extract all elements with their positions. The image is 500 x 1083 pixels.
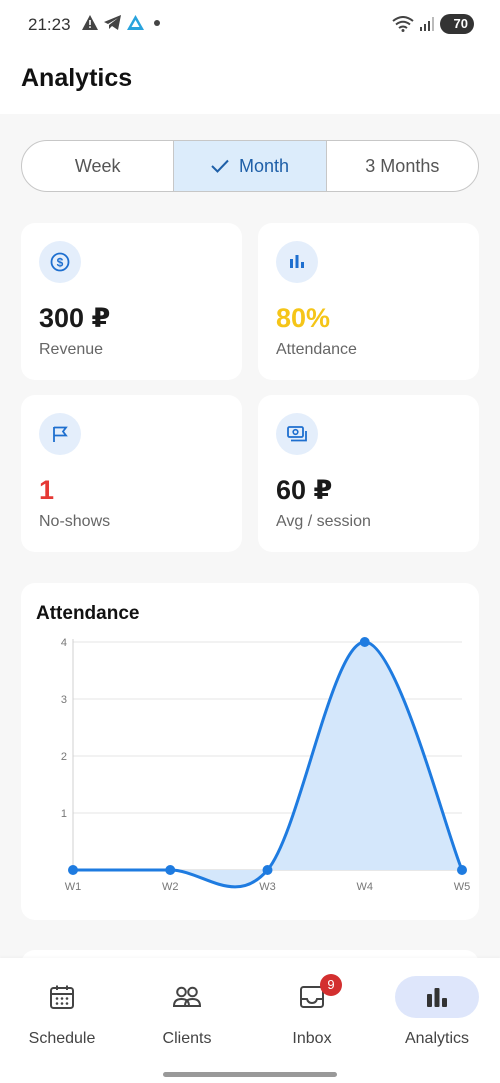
period-month-label: Month <box>238 155 289 176</box>
x-tick-label: W4 <box>357 881 374 893</box>
bottom-navigation: Schedule Clients 9 Inbox Analytics <box>0 958 500 1083</box>
nav-clients-label: Clients <box>162 1030 212 1047</box>
nav-inbox[interactable]: 9 Inbox <box>257 974 367 1056</box>
avg-session-card: 60 ₽ Avg / session <box>258 395 479 552</box>
bar-chart-icon <box>427 988 447 1007</box>
telegram-icon <box>104 15 121 30</box>
data-point <box>457 865 467 875</box>
nav-analytics-label: Analytics <box>404 1030 470 1047</box>
attendance-chart: 1 2 3 4 W1 W2 W3 W4 W5 <box>61 637 471 893</box>
attendance-chart-card: Attendance 1 2 3 4 W1 W2 W3 W4 W5 <box>21 583 479 920</box>
period-3-months-label: 3 Months <box>365 155 440 176</box>
period-3-months[interactable]: 3 Months <box>327 141 478 191</box>
home-indicator <box>163 1072 337 1077</box>
revenue-card: $ 300 ₽ Revenue <box>21 223 242 380</box>
svg-text:$: $ <box>57 256 64 270</box>
revenue-value: 300 ₽ <box>39 303 111 333</box>
y-tick-label: 3 <box>61 694 67 706</box>
y-tick-label: 1 <box>61 808 67 820</box>
x-tick-label: W3 <box>259 881 276 893</box>
warning-icon <box>82 15 98 30</box>
series-area <box>73 642 462 887</box>
battery-indicator: 70 <box>439 14 474 34</box>
period-month[interactable]: Month <box>174 141 327 191</box>
period-selector: Week Month 3 Months <box>21 140 479 192</box>
app-icon <box>127 15 144 30</box>
avg-session-value: 60 ₽ <box>276 475 333 505</box>
x-tick-label: W5 <box>454 881 471 893</box>
signal-icon <box>419 17 434 31</box>
calendar-icon <box>50 985 74 1009</box>
dollar-circle-icon: $ <box>39 241 81 283</box>
nav-schedule[interactable]: Schedule <box>7 976 117 1056</box>
nav-schedule-label: Schedule <box>28 1030 96 1047</box>
wifi-icon <box>391 16 414 32</box>
period-week[interactable]: Week <box>22 141 175 191</box>
no-shows-card: 1 No-shows <box>21 395 242 552</box>
data-point <box>165 865 176 875</box>
y-tick-label: 4 <box>61 637 67 649</box>
status-bar: 21:23 70 <box>0 0 500 52</box>
page-title: Analytics <box>21 64 133 92</box>
bar-chart-icon <box>276 241 318 283</box>
no-shows-label: No-shows <box>39 513 111 530</box>
nav-inbox-label: Inbox <box>292 1030 332 1047</box>
revenue-label: Revenue <box>39 341 104 358</box>
nav-analytics[interactable]: Analytics <box>382 976 492 1056</box>
more-dot-icon <box>154 19 160 26</box>
data-point <box>262 865 273 875</box>
app-header: Analytics <box>0 52 500 114</box>
attendance-label: Attendance <box>276 341 357 358</box>
data-point <box>359 637 370 647</box>
inbox-badge: 9 <box>320 974 342 996</box>
x-tick-label: W1 <box>65 881 82 893</box>
nav-clients[interactable]: Clients <box>132 976 242 1056</box>
period-week-label: Week <box>74 155 121 176</box>
x-tick-label: W2 <box>162 881 179 893</box>
check-icon <box>211 159 229 173</box>
avg-session-label: Avg / session <box>276 513 371 530</box>
no-shows-value: 1 <box>39 475 55 505</box>
cash-icon <box>276 413 318 455</box>
y-tick-label: 2 <box>61 751 67 763</box>
attendance-value: 80% <box>276 303 331 333</box>
data-point <box>68 865 78 875</box>
attendance-card: 80% Attendance <box>258 223 479 380</box>
status-time: 21:23 <box>28 15 71 34</box>
people-icon <box>172 986 202 1007</box>
flag-icon <box>39 413 81 455</box>
